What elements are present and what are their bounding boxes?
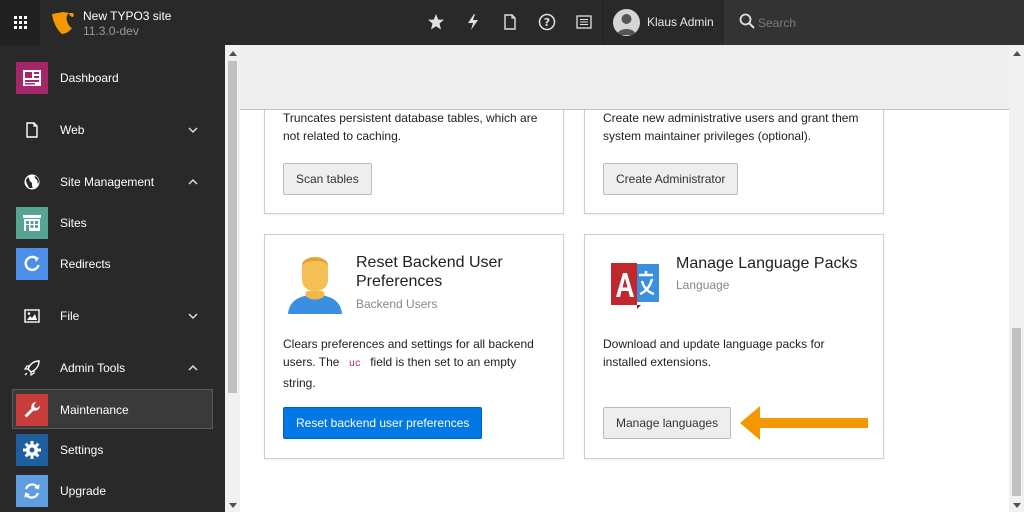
card-title: Manage Language Packs — [676, 255, 858, 272]
sidebar-item-upgrade[interactable]: Upgrade — [0, 471, 225, 511]
card-create-admin: Create new administrative users and gran… — [584, 110, 884, 214]
pointer-arrow-icon — [740, 406, 868, 440]
site-version: 11.3.0-dev — [83, 24, 139, 38]
card-description: Create new administrative users and gran… — [603, 111, 859, 125]
card-title: Preferences — [356, 273, 443, 290]
card-reset-backend-preferences: Reset Backend User Preferences Backend U… — [264, 234, 564, 459]
chevron-up-icon[interactable] — [187, 362, 199, 374]
scan-tables-button[interactable]: Scan tables — [283, 163, 372, 195]
sidebar-item-label: Settings — [60, 443, 104, 457]
svg-text:?: ? — [544, 16, 550, 29]
scrollbar-thumb[interactable] — [228, 61, 237, 393]
apps-grid-icon — [13, 16, 27, 29]
sidebar-item-settings[interactable]: Settings — [0, 430, 225, 470]
card-description: users. The — [283, 355, 340, 369]
user-menu[interactable]: Klaus Admin — [647, 15, 714, 29]
sidebar-item-label: Redirects — [60, 257, 111, 271]
card-title: Reset Backend User — [356, 254, 503, 271]
card-description: string. — [283, 376, 316, 390]
sidebar-item-label: Upgrade — [60, 484, 107, 498]
upgrade-icon — [16, 475, 48, 507]
card-description: installed extensions. — [603, 355, 712, 369]
sidebar-item-label: Sites — [60, 216, 87, 230]
inline-code: uc — [348, 359, 361, 370]
star-icon[interactable] — [426, 12, 446, 32]
sites-icon — [16, 207, 48, 239]
sidebar-item-admin-tools[interactable]: Admin Tools — [0, 348, 225, 388]
card-description: not related to caching. — [283, 129, 402, 143]
sidebar-item-web[interactable]: Web — [0, 110, 225, 150]
sidebar-item-dashboard[interactable]: Dashboard — [0, 58, 225, 98]
card-description: Download and update language packs for — [603, 337, 825, 351]
card-truncate-tables: Truncates persistent database tables, wh… — [264, 110, 564, 214]
scrollbar-thumb[interactable] — [1012, 328, 1021, 496]
sidebar-item-sites[interactable]: Sites — [0, 203, 225, 243]
page-icon — [16, 114, 48, 146]
content-scrollbar[interactable] — [1009, 45, 1024, 512]
redirects-icon — [16, 248, 48, 280]
system-info-icon[interactable] — [574, 12, 594, 32]
toolbar-divider — [603, 0, 604, 45]
scroll-down-icon[interactable] — [229, 503, 237, 508]
typo3-logo-icon[interactable] — [50, 10, 76, 36]
card-subtitle: Backend Users — [356, 297, 438, 311]
sidebar-item-label: Dashboard — [60, 71, 119, 85]
module-menu-toggle[interactable] — [0, 0, 40, 45]
card-description: Truncates persistent database tables, wh… — [283, 111, 538, 125]
globe-icon — [16, 166, 48, 198]
module-menu: Dashboard Web Site Management Sites Redi… — [0, 45, 225, 512]
sidebar-item-label: Maintenance — [60, 403, 129, 417]
create-administrator-button[interactable]: Create Administrator — [603, 163, 739, 195]
scroll-up-icon[interactable] — [229, 51, 237, 56]
chevron-down-icon[interactable] — [187, 124, 199, 136]
manage-languages-button[interactable]: Manage languages — [603, 407, 732, 439]
search-input[interactable] — [758, 13, 998, 33]
wrench-icon — [16, 394, 48, 426]
language-icon — [611, 263, 659, 309]
sidebar-item-site-management[interactable]: Site Management — [0, 162, 225, 202]
backend-user-icon — [288, 257, 342, 314]
card-description: system maintainer privileges (optional). — [603, 129, 812, 143]
site-name[interactable]: New TYPO3 site — [83, 9, 171, 23]
sidebar-item-label: Admin Tools — [60, 361, 126, 375]
docheader-overlay — [240, 45, 1009, 110]
help-icon[interactable]: ? — [537, 12, 557, 32]
search-icon — [739, 13, 755, 29]
sidebar-item-maintenance[interactable]: Maintenance — [12, 389, 213, 429]
sidebar-scrollbar[interactable] — [225, 45, 240, 512]
rocket-icon — [16, 352, 48, 384]
sidebar-item-label: Site Management — [60, 175, 155, 189]
reset-backend-user-preferences-button[interactable]: Reset backend user preferences — [283, 407, 483, 439]
sidebar-item-label: File — [60, 309, 80, 323]
sidebar-item-label: Web — [60, 123, 85, 137]
user-avatar-icon[interactable] — [613, 9, 640, 36]
file-icon[interactable] — [500, 12, 520, 32]
bolt-icon[interactable] — [463, 12, 483, 32]
dashboard-icon — [16, 62, 48, 94]
card-description: field is then set to an empty — [370, 355, 517, 369]
sidebar-item-file[interactable]: File — [0, 296, 225, 336]
card-description: Clears preferences and settings for all … — [283, 337, 534, 351]
gear-icon — [16, 434, 48, 466]
top-bar: New TYPO3 site 11.3.0-dev ? Klaus Admin — [0, 0, 1024, 45]
scroll-up-icon[interactable] — [1013, 51, 1021, 56]
scroll-down-icon[interactable] — [1013, 503, 1021, 508]
chevron-down-icon[interactable] — [187, 310, 199, 322]
card-subtitle: Language — [676, 278, 730, 292]
chevron-up-icon[interactable] — [187, 176, 199, 188]
sidebar-item-redirects[interactable]: Redirects — [0, 244, 225, 284]
image-icon — [16, 300, 48, 332]
